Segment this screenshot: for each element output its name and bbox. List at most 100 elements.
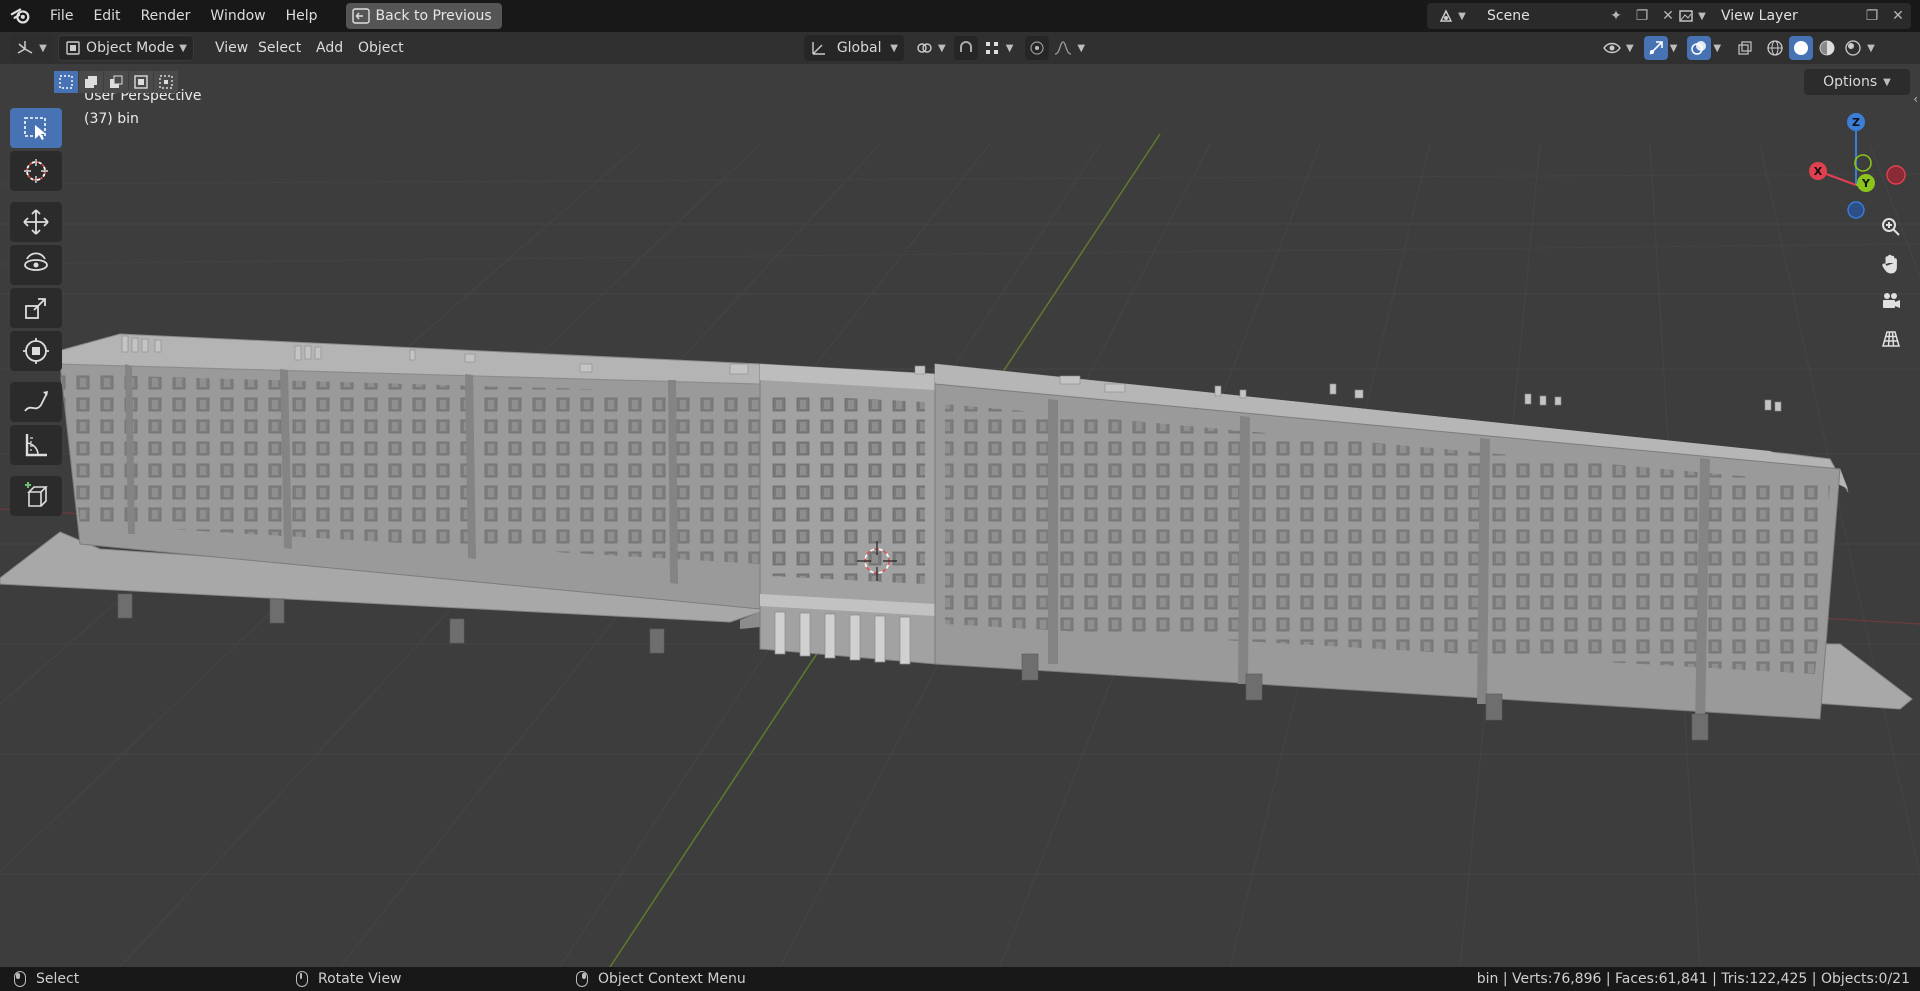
orientation-label: Global: [836, 40, 882, 56]
scene-icon: [1440, 9, 1453, 22]
pivot-point-icon[interactable]: [912, 36, 936, 60]
chevron-down-icon[interactable]: ▼: [1713, 43, 1721, 54]
proportional-edit-icon[interactable]: [1025, 36, 1050, 60]
view-layer-browse-button[interactable]: ▼: [1673, 3, 1711, 29]
rotate-icon: [24, 252, 48, 271]
back-icon: [351, 8, 370, 24]
falloff-icon[interactable]: [1051, 36, 1075, 60]
chevron-down-icon[interactable]: ▼: [938, 43, 946, 54]
transform-orientation-dropdown[interactable]: Global ▼: [804, 35, 904, 61]
orientation-icon: [812, 42, 825, 55]
select-intersect-icon[interactable]: [154, 71, 178, 93]
status-middle-click: Rotate View: [296, 967, 402, 991]
menu-view[interactable]: View: [207, 35, 256, 61]
gizmo-z-label: Z: [1852, 116, 1860, 129]
pin-icon[interactable]: ✦: [1603, 3, 1629, 29]
gizmo-neg-y-axis[interactable]: [1854, 154, 1872, 172]
menu-window[interactable]: Window: [200, 3, 275, 29]
blender-logo-icon[interactable]: [10, 5, 32, 27]
scene-name-field[interactable]: Scene: [1477, 3, 1603, 29]
chevron-down-icon[interactable]: ▼: [1867, 43, 1875, 54]
visibility-icon[interactable]: [1600, 36, 1624, 60]
viewport-canvas[interactable]: [0, 64, 1920, 967]
menu-select[interactable]: Select: [250, 35, 309, 61]
mouse-middle-icon: [296, 971, 308, 987]
select-box-icon: [24, 117, 46, 140]
chevron-down-icon[interactable]: ▼: [1077, 43, 1085, 54]
overlays-toggle-icon[interactable]: [1687, 36, 1712, 60]
menu-add[interactable]: Add: [308, 35, 351, 61]
chevron-down-icon[interactable]: ▼: [1626, 43, 1634, 54]
select-extend-icon[interactable]: [79, 71, 103, 93]
3d-viewport[interactable]: User Perspective (37) bin Z X Y ‹: [0, 64, 1920, 967]
wireframe-shading-icon[interactable]: [1763, 36, 1787, 60]
menu-object[interactable]: Object: [350, 35, 412, 61]
select-box-tool[interactable]: [10, 108, 62, 148]
gizmo-neg-z-axis[interactable]: [1847, 201, 1865, 219]
new-scene-button[interactable]: ❐: [1629, 3, 1655, 29]
move-tool[interactable]: [10, 202, 62, 242]
transform-tool[interactable]: [10, 331, 62, 371]
active-object-label: (37) bin: [84, 111, 139, 127]
xray-toggle-icon[interactable]: [1733, 36, 1757, 60]
top-menu-bar: File Edit Render Window Help Back to Pre…: [0, 0, 1920, 32]
delete-view-layer-button[interactable]: ✕: [1885, 3, 1911, 29]
left-toolbar: [10, 108, 62, 519]
chevron-down-icon[interactable]: ▼: [1006, 43, 1014, 54]
add-cube-icon: [25, 482, 48, 507]
scene-browse-button[interactable]: ▼: [1427, 3, 1477, 29]
menu-file[interactable]: File: [40, 3, 83, 29]
menu-help[interactable]: Help: [276, 3, 328, 29]
viewport-header: ▼ Object Mode ▼ View Select Add Object G…: [0, 32, 1920, 64]
cursor-icon: [24, 159, 48, 183]
menu-render[interactable]: Render: [131, 3, 201, 29]
chevron-down-icon: ▼: [1883, 76, 1891, 88]
chevron-down-icon[interactable]: ▼: [1670, 43, 1678, 54]
visibility-overlay-group: ▼ ▼ ▼ ▼: [1600, 35, 1875, 61]
chevron-down-icon: ▼: [179, 42, 187, 54]
status-select-label: Select: [36, 971, 80, 987]
new-view-layer-button[interactable]: ❐: [1859, 3, 1885, 29]
select-subtract-icon[interactable]: [104, 71, 128, 93]
menu-edit[interactable]: Edit: [83, 3, 130, 29]
rotate-tool[interactable]: [10, 245, 62, 285]
snap-target-icon[interactable]: [980, 36, 1004, 60]
chevron-down-icon: ▼: [39, 42, 47, 54]
editor-type-button[interactable]: ▼: [10, 35, 52, 61]
camera-icon[interactable]: [1874, 284, 1908, 318]
scene-statistics: bin | Verts:76,896 | Faces:61,841 | Tris…: [1476, 971, 1910, 987]
mode-dropdown[interactable]: Object Mode ▼: [58, 35, 194, 61]
status-left-click: Select: [14, 967, 79, 991]
gizmo-neg-x-axis[interactable]: [1886, 165, 1906, 185]
3d-viewport-icon: [17, 41, 33, 54]
measure-tool[interactable]: [10, 425, 62, 465]
rendered-shading-icon[interactable]: [1841, 36, 1865, 60]
chevron-down-icon: ▼: [1698, 10, 1706, 22]
back-to-previous-button[interactable]: Back to Previous: [345, 3, 502, 29]
scale-tool[interactable]: [10, 288, 62, 328]
view-layer-name-field[interactable]: View Layer: [1711, 3, 1859, 29]
cursor-tool[interactable]: [10, 151, 62, 191]
gizmo-x-label: X: [1814, 165, 1823, 178]
mouse-right-icon: [576, 971, 588, 987]
select-new-icon[interactable]: [54, 71, 78, 93]
add-cube-tool[interactable]: [10, 476, 62, 516]
grid-icon[interactable]: [1874, 321, 1908, 355]
hand-icon[interactable]: [1874, 247, 1908, 281]
navigation-gizmo[interactable]: Z X Y: [1808, 110, 1914, 220]
options-dropdown[interactable]: Options ▼: [1804, 69, 1910, 95]
view-layer-icon: [1679, 10, 1693, 22]
gizmo-toggle-icon[interactable]: [1643, 36, 1668, 60]
sidebar-toggle-icon[interactable]: ‹: [1913, 92, 1918, 106]
snap-toggle-icon[interactable]: [953, 36, 978, 60]
select-invert-icon[interactable]: [129, 71, 153, 93]
measure-icon: [25, 434, 47, 457]
selection-mode-group: [54, 71, 178, 93]
zoom-icon[interactable]: [1874, 210, 1908, 244]
chevron-down-icon: ▼: [1458, 10, 1466, 22]
scale-icon: [25, 298, 46, 319]
annotate-tool[interactable]: [10, 382, 62, 422]
material-shading-icon[interactable]: [1815, 36, 1839, 60]
solid-shading-icon[interactable]: [1789, 36, 1814, 60]
options-label: Options: [1823, 74, 1878, 90]
